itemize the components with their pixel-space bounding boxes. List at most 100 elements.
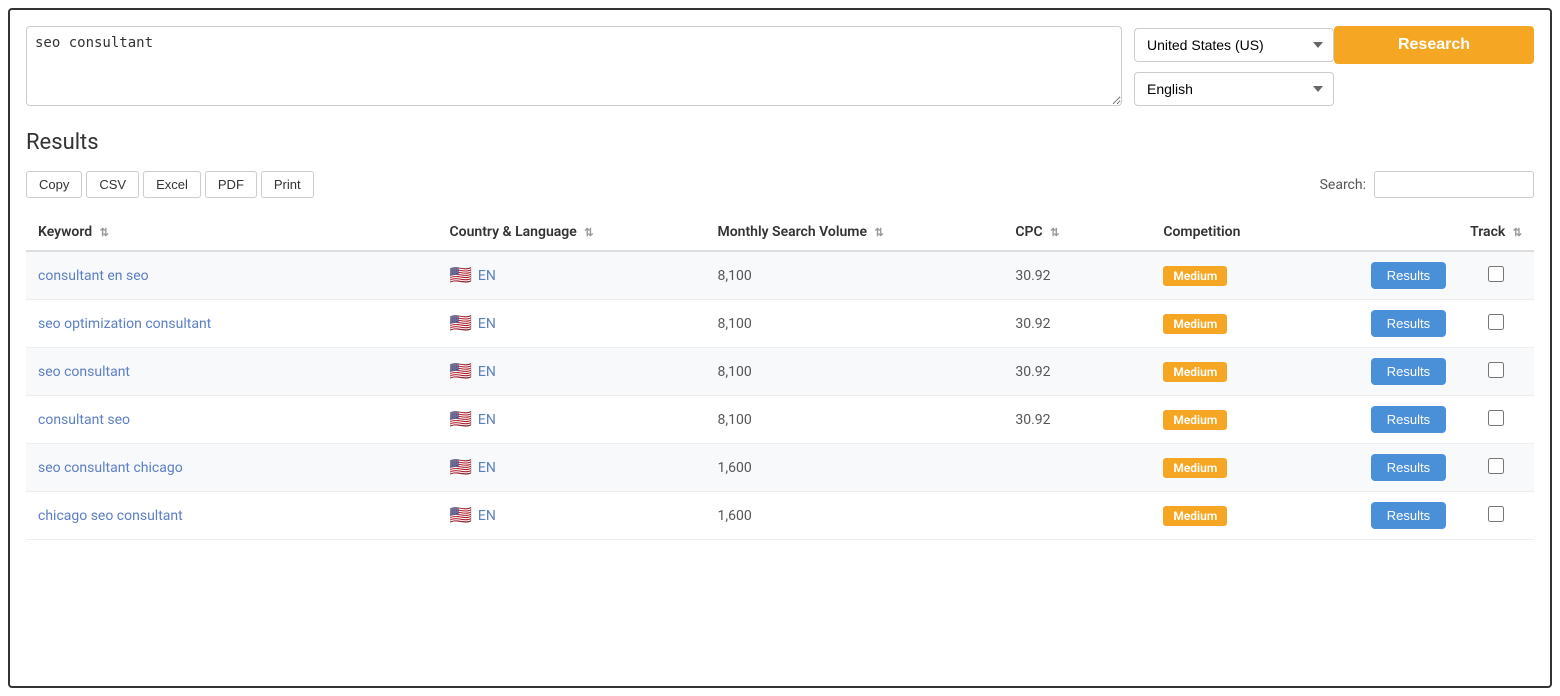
search-label: Search: bbox=[1320, 177, 1366, 193]
header-country[interactable]: Country & Language ⇅ bbox=[438, 214, 706, 251]
track-cell bbox=[1458, 300, 1534, 348]
lang-code: EN bbox=[478, 364, 496, 380]
table-search-input[interactable] bbox=[1374, 171, 1534, 198]
results-btn-cell: Results bbox=[1359, 396, 1458, 444]
competition-badge: Medium bbox=[1163, 266, 1227, 286]
header-cpc[interactable]: CPC ⇅ bbox=[1003, 214, 1151, 251]
language-select[interactable]: English Spanish French German bbox=[1134, 72, 1334, 106]
excel-button[interactable]: Excel bbox=[143, 171, 201, 198]
country-select[interactable]: United States (US) United Kingdom (UK) C… bbox=[1134, 28, 1334, 62]
track-cell bbox=[1458, 444, 1534, 492]
header-keyword[interactable]: Keyword ⇅ bbox=[26, 214, 438, 251]
track-checkbox[interactable] bbox=[1488, 506, 1504, 522]
results-button[interactable]: Results bbox=[1371, 262, 1446, 289]
flag-icon: 🇺🇸 bbox=[450, 505, 472, 526]
competition-cell: Medium bbox=[1151, 444, 1358, 492]
results-btn-cell: Results bbox=[1359, 348, 1458, 396]
keyword-textarea[interactable]: seo consultant bbox=[26, 26, 1122, 106]
track-checkbox[interactable] bbox=[1488, 362, 1504, 378]
country-language-cell: 🇺🇸 EN bbox=[438, 300, 706, 348]
competition-badge: Medium bbox=[1163, 410, 1227, 430]
table-row: chicago seo consultant🇺🇸EN1,600MediumRes… bbox=[26, 492, 1534, 540]
keyword-link[interactable]: consultant en seo bbox=[38, 268, 149, 284]
sort-icon-volume: ⇅ bbox=[874, 226, 883, 239]
main-container: seo consultant United States (US) United… bbox=[8, 8, 1552, 688]
volume-cell: 8,100 bbox=[705, 300, 1003, 348]
results-button[interactable]: Results bbox=[1371, 358, 1446, 385]
country-row: United States (US) United Kingdom (UK) C… bbox=[1134, 26, 1534, 64]
track-cell bbox=[1458, 492, 1534, 540]
header-volume[interactable]: Monthly Search Volume ⇅ bbox=[705, 214, 1003, 251]
competition-badge: Medium bbox=[1163, 314, 1227, 334]
flag-icon: 🇺🇸 bbox=[450, 313, 472, 334]
cpc-cell: 30.92 bbox=[1003, 396, 1151, 444]
export-bar: Copy CSV Excel PDF Print Search: bbox=[26, 171, 1534, 198]
volume-cell: 1,600 bbox=[705, 492, 1003, 540]
sort-icon-cpc: ⇅ bbox=[1050, 226, 1059, 239]
top-section: seo consultant United States (US) United… bbox=[26, 26, 1534, 106]
lang-code: EN bbox=[478, 412, 496, 428]
country-language-cell: 🇺🇸 EN bbox=[438, 396, 706, 444]
cpc-cell bbox=[1003, 492, 1151, 540]
copy-button[interactable]: Copy bbox=[26, 171, 82, 198]
cpc-cell bbox=[1003, 444, 1151, 492]
competition-badge: Medium bbox=[1163, 362, 1227, 382]
header-competition: Competition bbox=[1151, 214, 1358, 251]
sort-icon-keyword: ⇅ bbox=[100, 226, 109, 239]
results-btn-cell: Results bbox=[1359, 444, 1458, 492]
flag-icon: 🇺🇸 bbox=[450, 265, 472, 286]
results-btn-cell: Results bbox=[1359, 492, 1458, 540]
sort-icon-track: ⇅ bbox=[1513, 226, 1522, 239]
lang-code: EN bbox=[478, 460, 496, 476]
competition-cell: Medium bbox=[1151, 492, 1358, 540]
results-button[interactable]: Results bbox=[1371, 454, 1446, 481]
track-cell bbox=[1458, 396, 1534, 444]
competition-cell: Medium bbox=[1151, 396, 1358, 444]
lang-code: EN bbox=[478, 316, 496, 332]
keyword-link[interactable]: seo optimization consultant bbox=[38, 316, 211, 332]
research-button[interactable]: Research bbox=[1334, 26, 1534, 64]
competition-cell: Medium bbox=[1151, 348, 1358, 396]
volume-cell: 8,100 bbox=[705, 348, 1003, 396]
competition-cell: Medium bbox=[1151, 300, 1358, 348]
keyword-link[interactable]: chicago seo consultant bbox=[38, 508, 183, 524]
table-row: seo consultant chicago 🇺🇸EN1,600 Medium Res… bbox=[26, 444, 1534, 492]
results-title: Results bbox=[26, 130, 1534, 155]
csv-button[interactable]: CSV bbox=[86, 171, 139, 198]
sort-icon-country: ⇅ bbox=[584, 226, 593, 239]
results-button[interactable]: Results bbox=[1371, 502, 1446, 529]
results-table: Keyword ⇅ Country & Language ⇅ Monthly S… bbox=[26, 214, 1534, 540]
country-language-cell: 🇺🇸EN bbox=[438, 251, 706, 300]
keyword-link[interactable]: seo consultant chicago bbox=[38, 460, 183, 476]
results-button[interactable]: Results bbox=[1371, 406, 1446, 433]
volume-cell: 1,600 bbox=[705, 444, 1003, 492]
print-button[interactable]: Print bbox=[261, 171, 314, 198]
track-checkbox[interactable] bbox=[1488, 458, 1504, 474]
cpc-cell: 30.92 bbox=[1003, 300, 1151, 348]
volume-cell: 8,100 bbox=[705, 251, 1003, 300]
table-row: consultant en seo🇺🇸EN8,10030.92MediumRes… bbox=[26, 251, 1534, 300]
export-buttons: Copy CSV Excel PDF Print bbox=[26, 171, 314, 198]
table-header-row: Keyword ⇅ Country & Language ⇅ Monthly S… bbox=[26, 214, 1534, 251]
table-search-bar: Search: bbox=[1320, 171, 1534, 198]
track-checkbox[interactable] bbox=[1488, 314, 1504, 330]
keyword-link[interactable]: seo consultant bbox=[38, 364, 130, 380]
competition-cell: Medium bbox=[1151, 251, 1358, 300]
table-row: seo consultant🇺🇸EN8,10030.92MediumResult… bbox=[26, 348, 1534, 396]
flag-icon: 🇺🇸 bbox=[450, 409, 472, 430]
table-row: consultant seo 🇺🇸 EN 8,10030.92 Medium Result… bbox=[26, 396, 1534, 444]
pdf-button[interactable]: PDF bbox=[205, 171, 257, 198]
volume-cell: 8,100 bbox=[705, 396, 1003, 444]
results-button[interactable]: Results bbox=[1371, 310, 1446, 337]
results-btn-cell: Results bbox=[1359, 251, 1458, 300]
track-checkbox[interactable] bbox=[1488, 410, 1504, 426]
right-controls: United States (US) United Kingdom (UK) C… bbox=[1134, 26, 1534, 106]
track-checkbox[interactable] bbox=[1488, 266, 1504, 282]
results-btn-cell: Results bbox=[1359, 300, 1458, 348]
competition-badge: Medium bbox=[1163, 506, 1227, 526]
country-language-cell: 🇺🇸EN bbox=[438, 348, 706, 396]
country-language-cell: 🇺🇸EN bbox=[438, 444, 706, 492]
header-results-empty bbox=[1359, 214, 1458, 251]
keyword-link[interactable]: consultant seo bbox=[38, 412, 130, 428]
header-track[interactable]: Track ⇅ bbox=[1458, 214, 1534, 251]
